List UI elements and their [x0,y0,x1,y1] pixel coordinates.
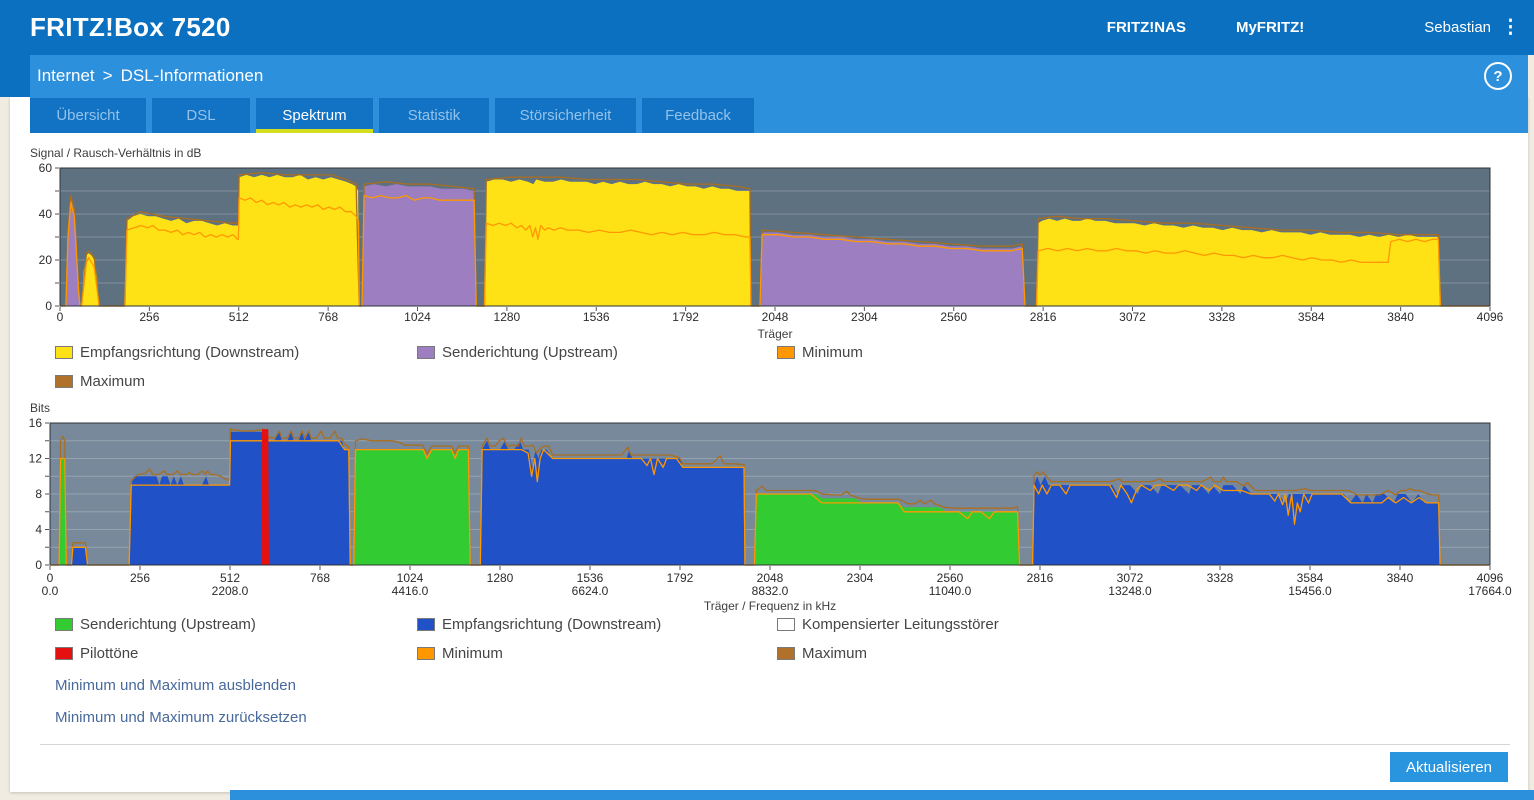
legend-label: Maximum [80,372,146,390]
legend-swatch [55,374,73,388]
kebab-menu-icon[interactable]: ⋮ [1501,18,1520,37]
tab-feedback[interactable]: Feedback [642,98,754,133]
breadcrumb: Internet > DSL-Informationen [37,66,263,86]
legend-item: Kompensierter Leitungsstörer [777,614,1207,634]
legend-item: Pilottöne [55,643,417,663]
bottom-bar [230,790,1534,800]
snr-chart-title: Signal / Rausch-Verhältnis in dB [30,146,202,160]
bits-legend: Senderichtung (Upstream) Empfangsrichtung… [55,614,1207,663]
tab-label: Störsicherheit [519,107,612,124]
fritzbox-page: FRITZ!Box 7520 FRITZ!NAS MyFRITZ! Sebast… [0,0,1534,800]
legend-swatch [777,646,795,660]
tab-bersicht[interactable]: Übersicht [30,98,146,133]
legend-item: Senderichtung (Upstream) [55,614,417,634]
tab-statistik[interactable]: Statistik [379,98,489,133]
tab-label: Feedback [665,107,731,124]
breadcrumb-current-page: DSL-Informationen [120,66,264,85]
tab-spektrum[interactable]: Spektrum [256,98,373,133]
breadcrumb-separator: > [102,66,113,85]
breadcrumb-section-link[interactable]: Internet [37,66,95,86]
reset-minmax-link[interactable]: Minimum und Maximum zurücksetzen [55,709,307,726]
legend-item: Minimum [777,342,1207,362]
legend-item: Maximum [777,643,1207,663]
legend-label: Senderichtung (Upstream) [442,343,618,361]
active-tab-underline [256,129,373,133]
legend-label: Empfangsrichtung (Downstream) [80,343,300,361]
legend-item: Senderichtung (Upstream) [417,342,777,362]
app-title: FRITZ!Box 7520 [30,12,231,42]
legend-swatch [777,345,795,359]
legend-item: Minimum [417,643,777,663]
refresh-button[interactable]: Aktualisieren [1390,752,1508,782]
legend-label: Kompensierter Leitungsstörer [802,615,999,633]
tab-label: Statistik [407,107,461,124]
legend-label: Empfangsrichtung (Downstream) [442,615,662,633]
hide-minmax-link[interactable]: Minimum und Maximum ausblenden [55,677,296,694]
legend-item: Empfangsrichtung (Downstream) [55,342,417,362]
legend-swatch [777,617,795,631]
nav-fritznas-link[interactable]: FRITZ!NAS [1107,19,1186,36]
legend-item: Empfangsrichtung (Downstream) [417,614,777,634]
user-menu: Sebastian ⋮ [1424,18,1520,37]
legend-swatch [417,345,435,359]
legend-swatch [55,345,73,359]
header-left-notch [0,55,30,97]
tab-label: Übersicht [56,107,120,124]
tab-label: DSL [186,107,216,124]
nav-myfritz-link[interactable]: MyFRITZ! [1236,19,1304,36]
legend-label: Minimum [802,343,863,361]
bits-chart-title: Bits [30,401,51,415]
legend-item: Maximum [55,371,417,391]
legend-label: Maximum [802,644,868,662]
legend-label: Senderichtung (Upstream) [80,615,256,633]
app-header: FRITZ!Box 7520 FRITZ!NAS MyFRITZ! Sebast… [0,0,1534,55]
legend-swatch [55,617,73,631]
help-icon[interactable]: ? [1484,62,1512,90]
header-nav: FRITZ!NAS MyFRITZ! Sebastian ⋮ [1107,18,1534,37]
section-bar: Internet > DSL-Informationen ? Übersicht… [30,55,1528,133]
legend-swatch [417,617,435,631]
legend-label: Pilottöne [80,644,139,662]
legend-label: Minimum [442,644,503,662]
footer-divider [40,744,1510,745]
tab-bar: Übersicht DSL Spektrum Statistik Störsicherh… [30,98,754,133]
tab-strsicherheit[interactable]: Störsicherheit [495,98,636,133]
legend-swatch [55,646,73,660]
tab-dsl[interactable]: DSL [152,98,250,133]
snr-legend: Empfangsrichtung (Downstream) Senderichtu… [55,342,1207,391]
tab-label: Spektrum [282,107,347,124]
user-name: Sebastian [1424,19,1491,36]
legend-swatch [417,646,435,660]
